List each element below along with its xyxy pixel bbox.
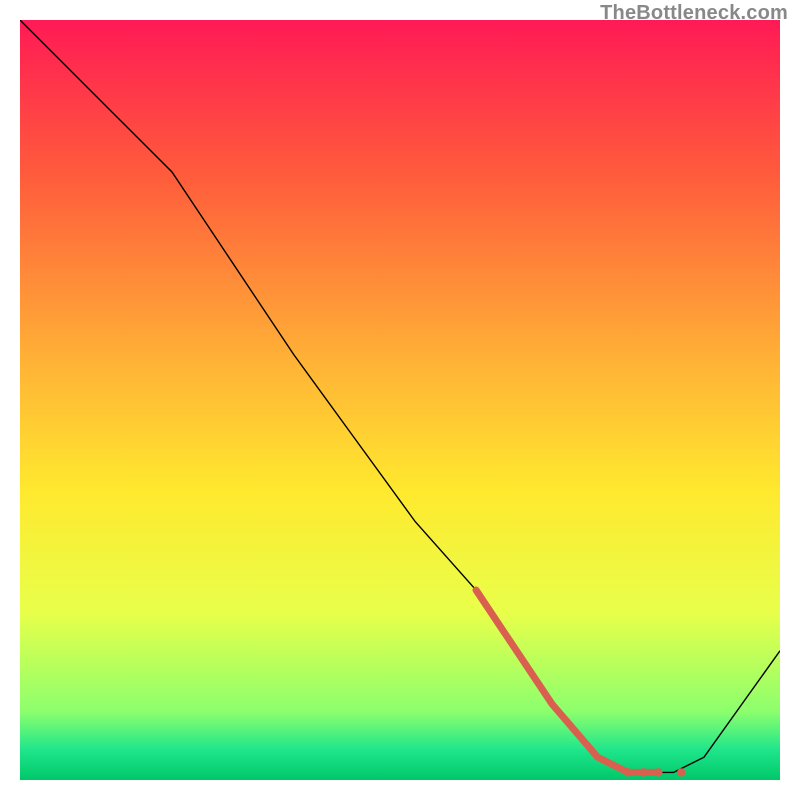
- bottleneck-chart: [20, 20, 780, 780]
- highlight-dots-point: [654, 768, 662, 776]
- chart-container: TheBottleneck.com: [0, 0, 800, 800]
- highlight-dots-point: [677, 768, 685, 776]
- highlight-dots-point: [639, 768, 647, 776]
- highlight-dots-point: [624, 768, 632, 776]
